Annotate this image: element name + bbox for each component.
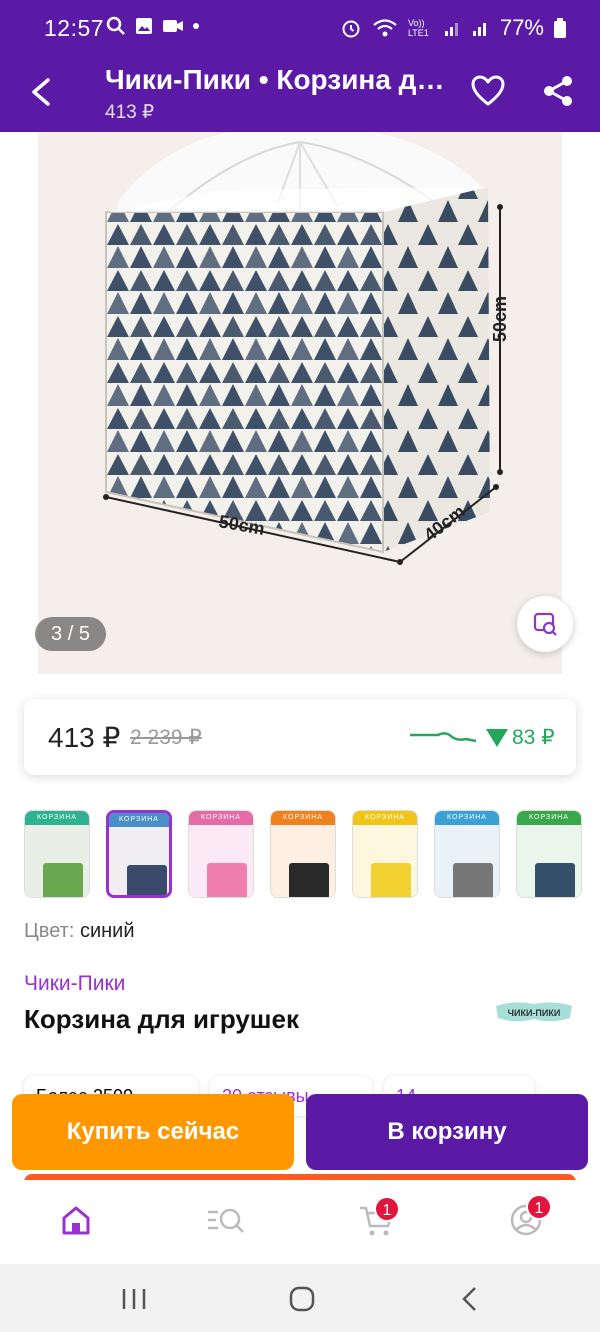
recent-apps-button[interactable] (114, 1284, 154, 1314)
back-arrow-icon (32, 78, 50, 106)
product-name: Корзина для игрушек (24, 1004, 299, 1034)
status-time: 12:57 (44, 15, 105, 41)
dot-status-icon (192, 22, 200, 30)
system-nav-bar (0, 1264, 600, 1332)
variant-thumb[interactable]: КОРЗИНА (352, 810, 418, 898)
back-system-button[interactable] (450, 1284, 490, 1314)
image-counter: 3 / 5 (35, 617, 106, 651)
image-search-icon (533, 612, 557, 636)
color-label: Цвет: (24, 920, 75, 942)
favorite-button[interactable] (470, 74, 506, 108)
variant-thumb[interactable]: КОРЗИНА (188, 810, 254, 898)
signal-icon-2 (472, 19, 490, 37)
svg-text:ЧИКИ-ПИКИ: ЧИКИ-ПИКИ (508, 1008, 561, 1018)
back-button[interactable] (22, 68, 62, 116)
profile-badge: 1 (526, 1194, 552, 1220)
share-icon (544, 76, 572, 106)
variant-thumb[interactable]: КОРЗИНА (24, 810, 90, 898)
product-page: 12:57 Vo)) LTE1 77% Чики-Пики • Корзина … (0, 0, 600, 1332)
old-price: 2 239 ₽ (130, 726, 202, 749)
price-drop-amount: 83 ₽ (512, 726, 555, 749)
color-row: Цвет: синий (24, 920, 135, 943)
signal-icon (444, 19, 462, 37)
nav-home[interactable] (56, 1200, 96, 1240)
bottom-nav: 1 1 (0, 1180, 600, 1264)
price-card[interactable]: 413 ₽ 2 239 ₽ 83 ₽ (24, 699, 576, 775)
basket-illustration: 50cm 50cm 40cm (103, 132, 510, 565)
network-label: Vo)) LTE1 (407, 18, 429, 38)
height-label: 50cm (490, 296, 510, 342)
header-price: 413 ₽ (105, 102, 155, 123)
share-button[interactable] (540, 74, 576, 108)
variant-thumb[interactable]: КОРЗИНА (270, 810, 336, 898)
home-system-button[interactable] (282, 1284, 322, 1314)
home-circle-icon (289, 1286, 315, 1312)
variant-thumb-selected[interactable]: КОРЗИНА (106, 810, 172, 898)
heart-outline-icon (471, 75, 505, 106)
add-to-cart-button[interactable]: В корзину (306, 1094, 588, 1170)
product-image[interactable]: 50cm 50cm 40cm (38, 132, 562, 674)
price-down-icon (486, 729, 508, 747)
variant-thumb[interactable]: КОРЗИНА (434, 810, 500, 898)
visual-search-button[interactable] (517, 596, 573, 652)
variant-thumb[interactable]: КОРЗИНА (516, 810, 582, 898)
current-price: 413 ₽ (48, 722, 121, 753)
back-chevron-icon (462, 1287, 476, 1311)
variant-thumbnails: КОРЗИНА КОРЗИНА КОРЗИНА КОРЗИНА КОРЗИНА … (24, 810, 600, 900)
cart-badge: 1 (374, 1196, 400, 1222)
status-bar: 12:57 Vo)) LTE1 77% (0, 0, 600, 56)
color-value: синий (79, 920, 135, 942)
search-status-icon (106, 16, 126, 36)
gallery-status-icon (134, 16, 154, 36)
brand-link[interactable]: Чики-Пики (24, 972, 125, 996)
nav-catalog[interactable] (206, 1200, 246, 1240)
wifi-icon (372, 18, 398, 38)
home-icon (62, 1206, 90, 1235)
price-trend-icon (410, 732, 477, 743)
brand-logo[interactable]: ЧИКИ-ПИКИ (494, 1000, 574, 1024)
video-status-icon (162, 18, 184, 34)
alarm-icon (340, 17, 362, 39)
catalog-icon (208, 1208, 244, 1233)
top-app-bar: 12:57 Vo)) LTE1 77% Чики-Пики • Корзина … (0, 0, 600, 132)
battery-percent: 77% (499, 15, 544, 40)
battery-icon (554, 18, 566, 38)
page-title: Чики-Пики • Корзина для игрушек (105, 64, 455, 95)
buy-now-button[interactable]: Купить сейчас (12, 1094, 294, 1170)
recent-apps-icon (122, 1289, 146, 1309)
